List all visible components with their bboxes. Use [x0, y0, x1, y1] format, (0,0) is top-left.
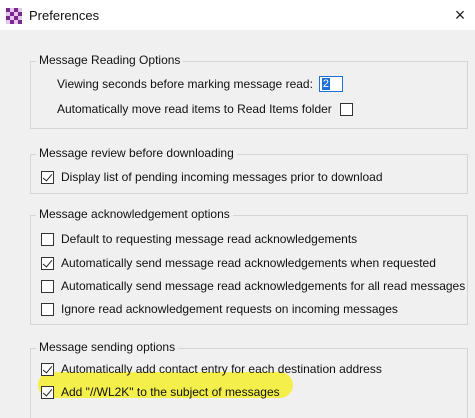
add-wl2k-subject-row[interactable]: Add "//WL2K" to the subject of messages — [41, 385, 280, 399]
auto-move-read-items-label: Automatically move read items to Read It… — [57, 102, 332, 116]
auto-send-ack-all-label: Automatically send message read acknowle… — [61, 279, 466, 293]
auto-add-contact-checkbox[interactable] — [41, 362, 54, 376]
auto-send-ack-requested-checkbox[interactable] — [41, 256, 54, 270]
group-sending-options: Message sending options Automatically ad… — [30, 340, 468, 418]
add-wl2k-subject-label: Add "//WL2K" to the subject of messages — [61, 385, 280, 399]
viewing-seconds-input[interactable]: 2 — [318, 76, 343, 92]
auto-move-read-items-row[interactable]: Automatically move read items to Read It… — [57, 102, 353, 116]
ignore-ack-requests-checkbox[interactable] — [41, 302, 54, 316]
group-title: Message acknowledgement options — [36, 207, 233, 221]
display-pending-list-label: Display list of pending incoming message… — [61, 170, 383, 184]
auto-send-ack-all-row[interactable]: Automatically send message read acknowle… — [41, 279, 465, 293]
auto-add-contact-row[interactable]: Automatically add contact entry for each… — [41, 362, 382, 376]
viewing-seconds-value: 2 — [321, 78, 331, 90]
title-bar: Preferences × — [0, 0, 475, 30]
add-wl2k-subject-checkbox[interactable] — [41, 385, 54, 399]
auto-add-contact-label: Automatically add contact entry for each… — [61, 362, 382, 376]
display-pending-list-row[interactable]: Display list of pending incoming message… — [41, 170, 383, 184]
default-request-ack-label: Default to requesting message read ackno… — [61, 232, 358, 246]
window-title: Preferences — [29, 8, 100, 23]
group-message-reading-options: Message Reading Options Viewing seconds … — [30, 53, 468, 129]
close-button[interactable]: × — [446, 2, 474, 28]
default-request-ack-checkbox[interactable] — [41, 232, 54, 246]
auto-send-ack-requested-row[interactable]: Automatically send message read acknowle… — [41, 256, 436, 270]
ignore-ack-requests-label: Ignore read acknowledgement requests on … — [61, 302, 398, 316]
group-acknowledgement-options: Message acknowledgement options Default … — [30, 207, 468, 325]
auto-send-ack-requested-label: Automatically send message read acknowle… — [61, 256, 436, 270]
group-title: Message sending options — [36, 340, 179, 354]
app-icon — [6, 8, 22, 24]
ignore-ack-requests-row[interactable]: Ignore read acknowledgement requests on … — [41, 302, 398, 316]
group-title: Message Reading Options — [36, 53, 184, 67]
default-request-ack-row[interactable]: Default to requesting message read ackno… — [41, 232, 357, 246]
group-title: Message review before downloading — [36, 146, 237, 160]
auto-move-read-items-checkbox[interactable] — [339, 102, 353, 116]
auto-send-ack-all-checkbox[interactable] — [41, 279, 54, 293]
group-message-review: Message review before downloading Displa… — [30, 146, 468, 194]
display-pending-list-checkbox[interactable] — [41, 170, 54, 184]
viewing-seconds-row: Viewing seconds before marking message r… — [57, 76, 343, 92]
viewing-seconds-label: Viewing seconds before marking message r… — [57, 77, 313, 91]
